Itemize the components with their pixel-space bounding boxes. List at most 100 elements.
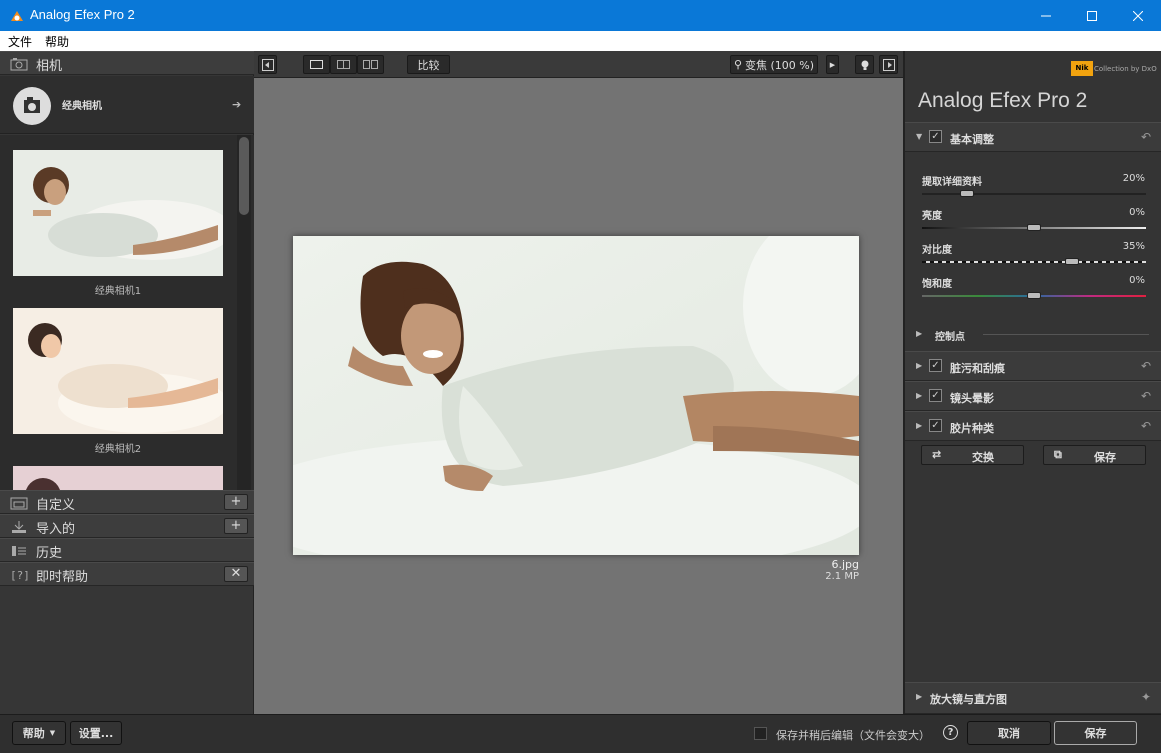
preset-thumbnail-3[interactable] (13, 466, 223, 490)
zoom-arrow-button[interactable]: ▶ (826, 55, 839, 74)
section-custom[interactable]: 自定义 + (0, 490, 254, 514)
pin-icon[interactable]: ✦ (1141, 690, 1151, 704)
scrollbar-thumb[interactable] (239, 137, 249, 215)
section-film-type[interactable]: ▶ ✓ 胶片种类 ↶ (905, 411, 1161, 441)
chevron-right-icon[interactable]: ▶ (916, 361, 922, 370)
file-size: 2.1 MP (825, 571, 859, 582)
minimize-button[interactable] (1023, 0, 1069, 31)
folder-icon (10, 497, 28, 510)
preset-scrollbar[interactable] (237, 135, 251, 490)
shuffle-icon: ⇄ (932, 448, 942, 461)
hide-right-panel-button[interactable] (879, 55, 898, 74)
reset-icon[interactable]: ↶ (1141, 389, 1151, 403)
basic-adjustments-checkbox[interactable]: ✓ (929, 130, 942, 143)
cancel-button[interactable]: 取消 (967, 721, 1051, 745)
split-view-icon (337, 60, 350, 69)
section-history[interactable]: 历史 (0, 538, 254, 562)
compare-button[interactable]: 比较 (407, 55, 450, 74)
title-bar: Analog Efex Pro 2 (0, 0, 1161, 31)
slider-value-contrast: 35% (1122, 241, 1145, 252)
maximize-icon (1087, 10, 1097, 21)
panel-toggle-icon (882, 58, 895, 71)
section-quick-help[interactable]: [?] 即时帮助 ✕ (0, 562, 254, 586)
section-basic-adjustments[interactable]: ▼ ✓ 基本调整 ↶ (905, 122, 1161, 152)
section-dirt-scratches[interactable]: ▶ ✓ 脏污和刮痕 ↶ (905, 351, 1161, 381)
close-button[interactable] (1115, 0, 1161, 31)
nik-logo: Nik (1071, 61, 1093, 76)
slider-knob-contrast[interactable] (1065, 258, 1080, 265)
shuffle-button[interactable]: ⇄ 交换 (921, 445, 1024, 465)
save-button[interactable]: 保存 (1054, 721, 1137, 745)
preset-label-2: 经典相机2 (94, 444, 142, 455)
dirt-scratches-checkbox[interactable]: ✓ (929, 359, 942, 372)
chevron-right-icon[interactable]: ▶ (916, 391, 922, 400)
preset-label-1: 经典相机1 (94, 286, 142, 297)
preview-image[interactable] (293, 236, 859, 555)
save-and-edit-later-checkbox[interactable] (754, 727, 767, 740)
save-and-edit-later-label: 保存并稍后编辑（文件会变大） (776, 729, 930, 742)
settings-button[interactable]: 设置... (70, 721, 122, 745)
help-label: 帮助 (22, 727, 45, 740)
history-icon (12, 546, 26, 556)
split-view-button[interactable] (330, 55, 357, 74)
brand-text: Collection by DxO (1094, 65, 1157, 73)
camera-header[interactable]: 相机 (0, 51, 254, 75)
section-lens-vignette[interactable]: ▶ ✓ 镜头晕影 ↶ (905, 381, 1161, 411)
control-points-divider (983, 334, 1149, 335)
section-imported[interactable]: 导入的 + (0, 514, 254, 538)
reset-icon[interactable]: ↶ (1141, 130, 1151, 144)
slider-knob-saturation[interactable] (1027, 292, 1041, 299)
slider-track-contrast[interactable] (922, 261, 1146, 263)
panel-toggle-icon (261, 58, 274, 71)
chevron-right-icon[interactable]: ▶ (916, 421, 922, 430)
question-icon[interactable]: ? (943, 725, 958, 740)
film-type-checkbox[interactable]: ✓ (929, 419, 942, 432)
side-by-side-button[interactable] (357, 55, 384, 74)
bottom-bar: 帮助 ▼ 设置... 保存并稍后编辑（文件会变大） ? 取消 保存 (0, 714, 1161, 753)
file-name: 6.jpg (831, 558, 859, 571)
image-canvas[interactable]: 6.jpg 2.1 MP (254, 78, 903, 714)
chevron-right-icon[interactable]: ▶ (916, 329, 922, 338)
lens-vignette-label: 镜头晕影 (950, 392, 994, 405)
hide-left-panel-button[interactable] (258, 55, 277, 74)
background-toggle-button[interactable] (855, 55, 874, 74)
section-history-label: 历史 (36, 546, 63, 561)
help-dropdown[interactable]: 帮助 ▼ (12, 721, 66, 745)
single-view-icon (310, 60, 323, 69)
add-custom-button[interactable]: + (224, 494, 248, 510)
arrow-right-icon[interactable]: ➔ (232, 98, 241, 111)
single-view-button[interactable] (303, 55, 330, 74)
menu-file[interactable]: 文件 (8, 33, 32, 50)
preset-thumbnail-1[interactable] (13, 150, 233, 276)
slider-value-brightness: 0% (1129, 207, 1145, 218)
add-imported-button[interactable]: + (224, 518, 248, 534)
preset-save-icon: ⧉ (1054, 448, 1062, 461)
minimize-icon (1041, 15, 1051, 16)
camera-selector[interactable]: 经典相机 ➔ (0, 76, 254, 134)
section-loupe-histogram[interactable]: ▶ 放大镜与直方图 ✦ (905, 682, 1161, 714)
chevron-down-icon: ▼ (49, 729, 56, 737)
chevron-right-icon[interactable]: ▶ (916, 692, 922, 701)
side-by-side-icon (363, 60, 378, 69)
zoom-dropdown[interactable]: ⚲ 变焦 (100 %) (730, 55, 818, 74)
save-preset-label: 保存 (1094, 451, 1116, 464)
right-panel: Nik Collection by DxO Analog Efex Pro 2 … (903, 51, 1161, 714)
camera-header-label: 相机 (36, 59, 63, 74)
lens-vignette-checkbox[interactable]: ✓ (929, 389, 942, 402)
maximize-button[interactable] (1069, 0, 1115, 31)
chevron-down-icon[interactable]: ▼ (916, 132, 922, 141)
close-help-button[interactable]: ✕ (224, 566, 248, 582)
camera-label: 经典相机 (62, 101, 102, 112)
slider-knob-detail[interactable] (959, 190, 974, 197)
slider-knob-brightness[interactable] (1027, 224, 1041, 231)
save-preset-button[interactable]: ⧉ 保存 (1043, 445, 1146, 465)
reset-icon[interactable]: ↶ (1141, 359, 1151, 373)
preset-thumbnail-2[interactable] (13, 308, 228, 434)
slider-value-detail: 20% (1122, 173, 1145, 184)
slider-track-detail[interactable] (922, 193, 1146, 195)
slider-label-contrast: 对比度 (922, 245, 952, 256)
reset-icon[interactable]: ↶ (1141, 419, 1151, 433)
menu-help[interactable]: 帮助 (45, 33, 69, 50)
control-points-label[interactable]: 控制点 (935, 328, 965, 343)
zoom-label: 变焦 (100 %) (745, 58, 815, 72)
